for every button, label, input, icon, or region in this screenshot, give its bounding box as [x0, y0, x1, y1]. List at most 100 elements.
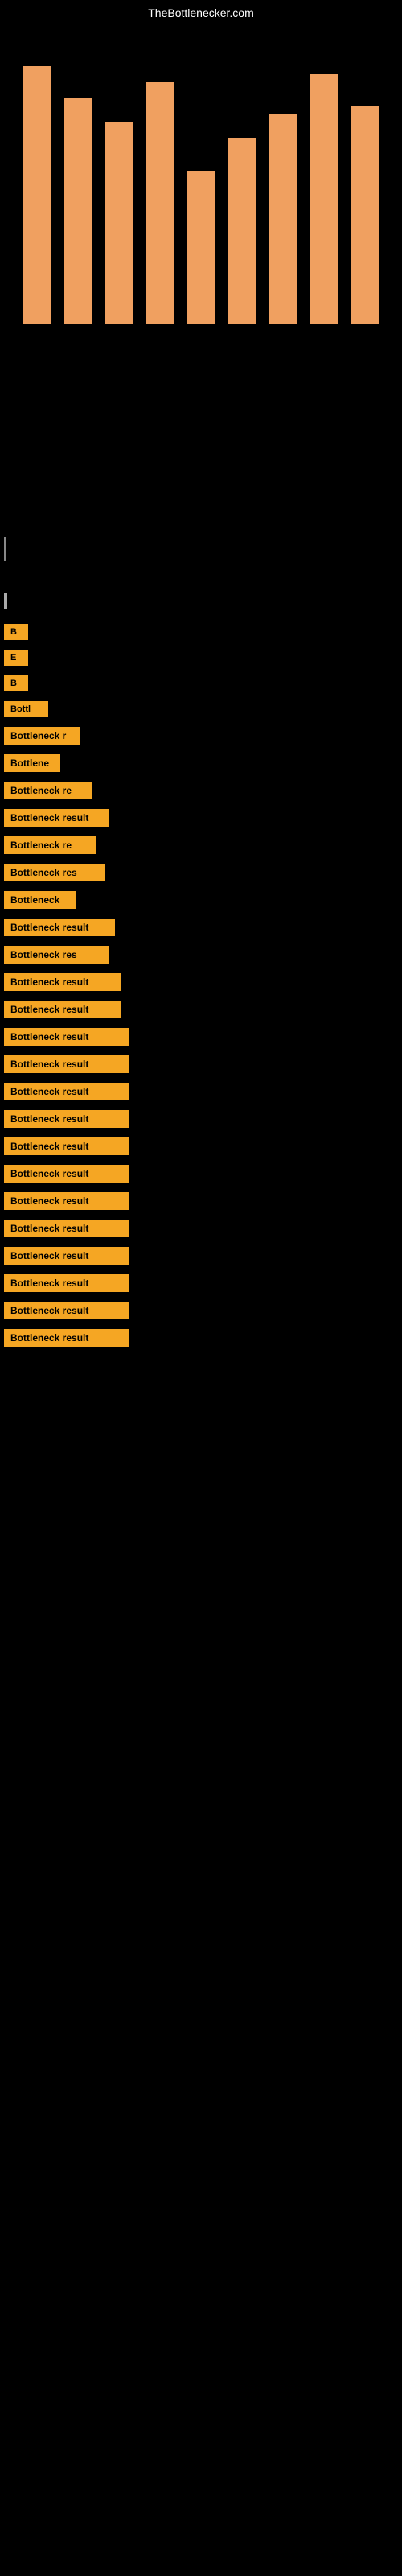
left-indicator-2: [4, 593, 7, 609]
result-label-r25: Bottleneck result: [4, 1274, 129, 1292]
spacer: [4, 885, 398, 891]
result-row-r2: E: [4, 650, 398, 666]
result-label-r3: B: [4, 675, 28, 691]
result-label-r8: Bottleneck result: [4, 809, 109, 827]
spacer: [4, 830, 398, 836]
bar-chart: [16, 34, 386, 340]
site-title: TheBottlenecker.com: [0, 0, 402, 26]
bar-item: [304, 34, 345, 324]
result-row-r20: Bottleneck result: [4, 1137, 398, 1155]
bar-fill: [351, 106, 380, 324]
spacer: [4, 939, 398, 946]
result-row-r9: Bottleneck re: [4, 836, 398, 854]
result-row-r10: Bottleneck res: [4, 864, 398, 881]
bar-item: [139, 34, 180, 324]
result-label-r11: Bottleneck: [4, 891, 76, 909]
spacer: [4, 967, 398, 973]
spacer: [4, 695, 398, 701]
bar-fill: [310, 74, 338, 324]
result-row-r23: Bottleneck result: [4, 1220, 398, 1237]
result-label-r27: Bottleneck result: [4, 1329, 129, 1347]
bar-item: [57, 34, 98, 324]
result-label-r26: Bottleneck result: [4, 1302, 129, 1319]
left-indicator: [4, 537, 6, 561]
result-label-r17: Bottleneck result: [4, 1055, 129, 1073]
spacer: [4, 1295, 398, 1302]
spacer: [4, 912, 398, 919]
result-label-r5: Bottleneck r: [4, 727, 80, 745]
bar-item: [345, 34, 386, 324]
result-row-r22: Bottleneck result: [4, 1192, 398, 1210]
result-row-r4: Bottl: [4, 701, 398, 717]
result-row-r1: B: [4, 624, 398, 640]
spacer: [4, 720, 398, 727]
result-row-r13: Bottleneck res: [4, 946, 398, 964]
spacer: [4, 748, 398, 754]
spacer: [4, 1241, 398, 1247]
result-label-r14: Bottleneck result: [4, 973, 121, 991]
result-row-r8: Bottleneck result: [4, 809, 398, 827]
bar-fill: [187, 171, 215, 324]
bar-fill: [105, 122, 133, 324]
spacer: [4, 1186, 398, 1192]
bar-item: [98, 34, 139, 324]
bar-fill: [228, 138, 256, 324]
bar-item: [180, 34, 221, 324]
result-row-r21: Bottleneck result: [4, 1165, 398, 1183]
result-row-r14: Bottleneck result: [4, 973, 398, 991]
bar-fill: [269, 114, 297, 324]
result-label-r15: Bottleneck result: [4, 1001, 121, 1018]
result-label-r13: Bottleneck res: [4, 946, 109, 964]
result-label-r22: Bottleneck result: [4, 1192, 129, 1210]
spacer: [4, 1104, 398, 1110]
spacer: [4, 1076, 398, 1083]
spacer: [4, 669, 398, 675]
bar-fill: [146, 82, 174, 324]
spacer: [4, 1268, 398, 1274]
result-label-r24: Bottleneck result: [4, 1247, 129, 1265]
result-row-r12: Bottleneck result: [4, 919, 398, 936]
spacer: [4, 617, 398, 624]
result-row-r16: Bottleneck result: [4, 1028, 398, 1046]
results-container: B E B Bottl Bottleneck r Bottlene Bottle…: [0, 613, 402, 1354]
result-row-r18: Bottleneck result: [4, 1083, 398, 1100]
result-label-r16: Bottleneck result: [4, 1028, 129, 1046]
chart-inner: [16, 34, 386, 356]
result-row-r27: Bottleneck result: [4, 1329, 398, 1347]
result-row-r17: Bottleneck result: [4, 1055, 398, 1073]
result-label-r4: Bottl: [4, 701, 48, 717]
result-label-r20: Bottleneck result: [4, 1137, 129, 1155]
bar-item: [263, 34, 304, 324]
spacer: [4, 1022, 398, 1028]
result-row-r11: Bottleneck: [4, 891, 398, 909]
result-label-r18: Bottleneck result: [4, 1083, 129, 1100]
result-label-r12: Bottleneck result: [4, 919, 115, 936]
spacer: [4, 643, 398, 650]
result-label-r19: Bottleneck result: [4, 1110, 129, 1128]
spacer: [4, 1323, 398, 1329]
result-row-r15: Bottleneck result: [4, 1001, 398, 1018]
spacer: [4, 1049, 398, 1055]
result-label-r21: Bottleneck result: [4, 1165, 129, 1183]
spacer: [4, 803, 398, 809]
result-label-r1: B: [4, 624, 28, 640]
result-label-r2: E: [4, 650, 28, 666]
result-row-r26: Bottleneck result: [4, 1302, 398, 1319]
result-row-r19: Bottleneck result: [4, 1110, 398, 1128]
spacer: [4, 1213, 398, 1220]
bar-item: [16, 34, 57, 324]
spacer: [4, 857, 398, 864]
bar-fill: [64, 98, 92, 324]
bar-item: [222, 34, 263, 324]
bar-fill: [23, 66, 51, 324]
result-label-r23: Bottleneck result: [4, 1220, 129, 1237]
result-label-r9: Bottleneck re: [4, 836, 96, 854]
chart-area: [0, 34, 402, 372]
result-row-r3: B: [4, 675, 398, 691]
spacer: [4, 1158, 398, 1165]
result-row-r7: Bottleneck re: [4, 782, 398, 799]
result-label-r7: Bottleneck re: [4, 782, 92, 799]
spacer: [4, 1131, 398, 1137]
result-label-r10: Bottleneck res: [4, 864, 105, 881]
result-label-r6: Bottlene: [4, 754, 60, 772]
